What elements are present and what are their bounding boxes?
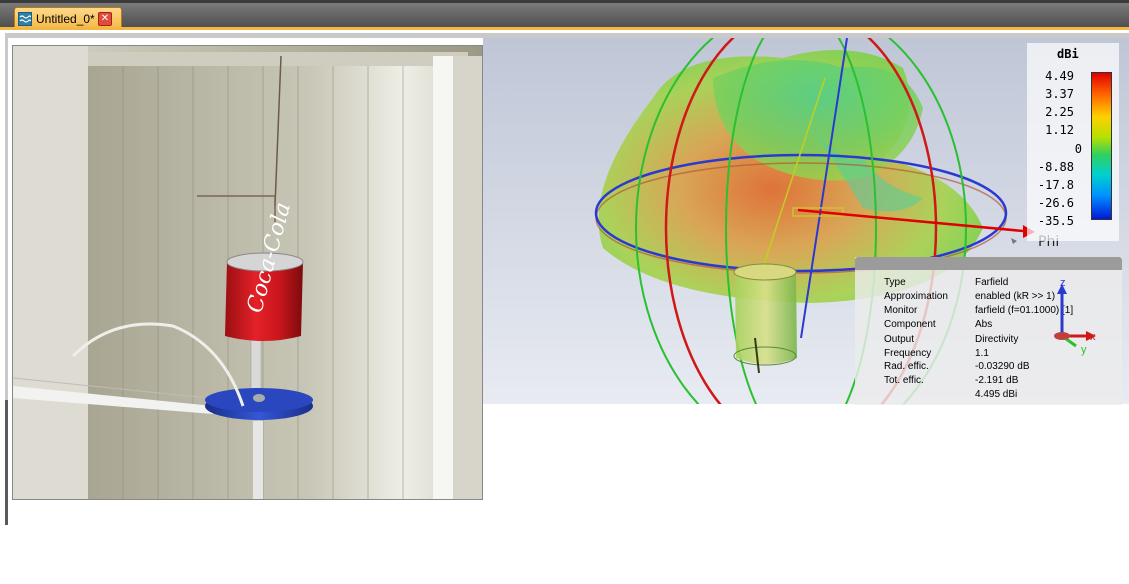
info-value-type: Farfield [975, 277, 1009, 288]
info-label-rad-effic: Rad. effic. [884, 361, 929, 372]
waves-icon [18, 12, 32, 26]
axis-y-label: y [1081, 344, 1087, 356]
colorbar-tick: 2.25 [1045, 105, 1074, 119]
colorbar-tick: -17.8 [1037, 178, 1074, 192]
info-value-output: Directivity [975, 334, 1019, 345]
colorbar-tick: -8.88 [1037, 160, 1074, 174]
colorbar-tick: -35.5 [1037, 214, 1074, 228]
tab-underline [0, 27, 1129, 30]
axis-x-label: x [1090, 331, 1096, 343]
antenna-photo: Coca-Cola [12, 45, 483, 500]
colorbar-tick: 0 [1074, 142, 1082, 156]
info-label-output: Output [884, 334, 915, 345]
frame-left-edge [5, 400, 8, 525]
info-value-component: Abs [975, 319, 993, 330]
axes-gizmo [1046, 278, 1106, 358]
info-value-tot-effic: -2.191 dB [975, 375, 1019, 386]
colorbar-scale [1091, 72, 1112, 220]
info-label-component: Component [884, 319, 936, 330]
info-label-monitor: Monitor [884, 305, 918, 316]
info-panel-header [855, 257, 1122, 270]
info-label-approximation: Approximation [884, 291, 948, 302]
colorbar-tick: 3.37 [1045, 87, 1074, 101]
tab-strip: Untitled_0* ✕ [0, 3, 1129, 30]
axis-z-label: z [1060, 277, 1066, 289]
tab-label: Untitled_0* [36, 12, 95, 26]
info-label-type: Type [884, 277, 906, 288]
colorbar-tick: 4.49 [1045, 69, 1074, 83]
info-value-approximation: enabled (kR >> 1) [975, 291, 1056, 302]
info-value-frequency: 1.1 [975, 348, 989, 359]
info-value-directivity: 4.495 dBi [975, 389, 1018, 400]
close-icon[interactable]: ✕ [98, 12, 112, 26]
colorbar-title: dBi [1057, 47, 1079, 61]
colorbar-tick: 1.12 [1045, 123, 1074, 137]
info-label-frequency: Frequency [884, 348, 932, 359]
info-value-rad-effic: -0.03290 dB [975, 361, 1030, 372]
colorbar-tick: -26.6 [1037, 196, 1074, 210]
info-label-tot-effic: Tot. effic. [884, 375, 924, 386]
